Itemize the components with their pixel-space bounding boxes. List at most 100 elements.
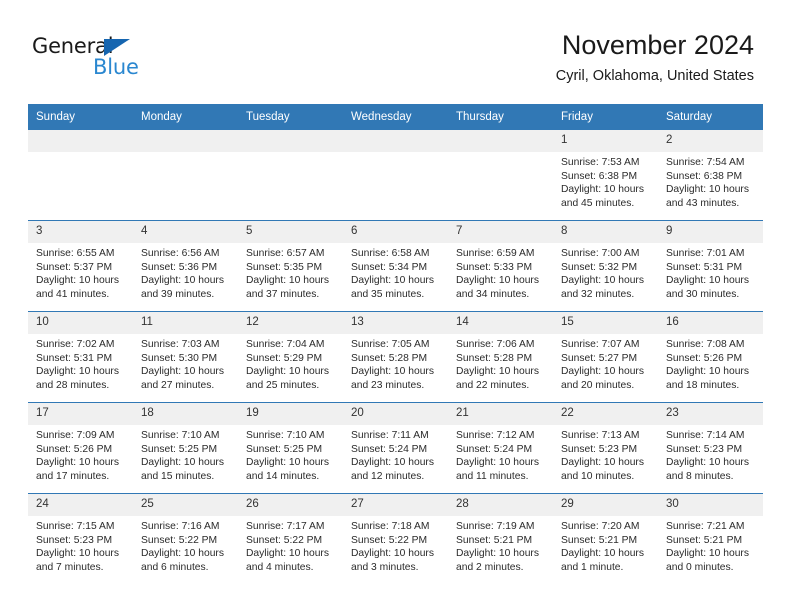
day-cell[interactable]: 29 Sunrise: 7:20 AM Sunset: 5:21 PM Dayl… [553,493,658,584]
sunset-text: Sunset: 5:31 PM [666,261,743,273]
calendar-container: Sunday Monday Tuesday Wednesday Thursday… [28,104,763,584]
day-number [238,130,343,152]
day-cell[interactable]: 15 Sunrise: 7:07 AM Sunset: 5:27 PM Dayl… [553,311,658,403]
sunset-text: Sunset: 5:26 PM [36,443,113,455]
day-details: Sunrise: 6:57 AM Sunset: 5:35 PM Dayligh… [238,243,343,301]
sunrise-text: Sunrise: 7:07 AM [561,339,640,350]
daylight-line1: Daylight: 10 hours [561,548,644,560]
weekday-header-friday: Friday [553,104,658,130]
sunrise-text: Sunrise: 7:16 AM [141,521,220,532]
daylight-line2: and 45 minutes. [561,197,635,209]
day-details: Sunrise: 7:03 AM Sunset: 5:30 PM Dayligh… [133,334,238,392]
day-cell[interactable]: 5 Sunrise: 6:57 AM Sunset: 5:35 PM Dayli… [238,220,343,312]
sunset-text: Sunset: 5:21 PM [666,534,743,546]
daylight-line2: and 18 minutes. [666,379,740,391]
day-cell[interactable]: 23 Sunrise: 7:14 AM Sunset: 5:23 PM Dayl… [658,402,763,494]
day-cell[interactable]: 25 Sunrise: 7:16 AM Sunset: 5:22 PM Dayl… [133,493,238,584]
sunset-text: Sunset: 5:24 PM [456,443,533,455]
day-number [343,130,448,152]
title-block: November 2024 Cyril, Oklahoma, United St… [556,30,754,85]
daylight-line1: Daylight: 10 hours [666,366,749,378]
day-details: Sunrise: 7:09 AM Sunset: 5:26 PM Dayligh… [28,425,133,483]
day-cell[interactable]: 20 Sunrise: 7:11 AM Sunset: 5:24 PM Dayl… [343,402,448,494]
sunset-text: Sunset: 5:23 PM [36,534,113,546]
calendar-week-row: 3 Sunrise: 6:55 AM Sunset: 5:37 PM Dayli… [28,220,763,312]
daylight-line2: and 30 minutes. [666,288,740,300]
daylight-line2: and 15 minutes. [141,470,215,482]
day-details: Sunrise: 7:20 AM Sunset: 5:21 PM Dayligh… [553,516,658,574]
day-cell[interactable]: 27 Sunrise: 7:18 AM Sunset: 5:22 PM Dayl… [343,493,448,584]
day-details: Sunrise: 7:53 AM Sunset: 6:38 PM Dayligh… [553,152,658,210]
day-details: Sunrise: 7:18 AM Sunset: 5:22 PM Dayligh… [343,516,448,574]
day-cell[interactable]: 14 Sunrise: 7:06 AM Sunset: 5:28 PM Dayl… [448,311,553,403]
day-cell[interactable]: 2 Sunrise: 7:54 AM Sunset: 6:38 PM Dayli… [658,130,763,221]
day-cell[interactable]: 26 Sunrise: 7:17 AM Sunset: 5:22 PM Dayl… [238,493,343,584]
day-cell-empty [448,130,553,221]
sunset-text: Sunset: 5:25 PM [246,443,323,455]
sunrise-text: Sunrise: 7:00 AM [561,248,640,259]
day-cell-empty [238,130,343,221]
day-number: 1 [553,130,658,152]
general-blue-logo[interactable]: General Blue [32,36,212,84]
day-cell[interactable]: 7 Sunrise: 6:59 AM Sunset: 5:33 PM Dayli… [448,220,553,312]
day-details: Sunrise: 7:17 AM Sunset: 5:22 PM Dayligh… [238,516,343,574]
day-cell[interactable]: 1 Sunrise: 7:53 AM Sunset: 6:38 PM Dayli… [553,130,658,221]
daylight-line2: and 1 minute. [561,561,624,573]
daylight-line2: and 27 minutes. [141,379,215,391]
sunset-text: Sunset: 5:22 PM [141,534,218,546]
day-cell[interactable]: 16 Sunrise: 7:08 AM Sunset: 5:26 PM Dayl… [658,311,763,403]
day-cell[interactable]: 10 Sunrise: 7:02 AM Sunset: 5:31 PM Dayl… [28,311,133,403]
day-number: 9 [658,221,763,243]
logo-triangle-icon [104,39,130,56]
day-cell[interactable]: 8 Sunrise: 7:00 AM Sunset: 5:32 PM Dayli… [553,220,658,312]
daylight-line1: Daylight: 10 hours [351,457,434,469]
sunset-text: Sunset: 5:37 PM [36,261,113,273]
daylight-line1: Daylight: 10 hours [36,275,119,287]
daylight-line1: Daylight: 10 hours [246,275,329,287]
day-number: 22 [553,403,658,425]
daylight-line1: Daylight: 10 hours [561,275,644,287]
day-cell[interactable]: 11 Sunrise: 7:03 AM Sunset: 5:30 PM Dayl… [133,311,238,403]
sunset-text: Sunset: 6:38 PM [666,170,743,182]
daylight-line2: and 20 minutes. [561,379,635,391]
day-cell[interactable]: 13 Sunrise: 7:05 AM Sunset: 5:28 PM Dayl… [343,311,448,403]
daylight-line1: Daylight: 10 hours [36,548,119,560]
daylight-line2: and 39 minutes. [141,288,215,300]
day-number: 4 [133,221,238,243]
day-cell[interactable]: 28 Sunrise: 7:19 AM Sunset: 5:21 PM Dayl… [448,493,553,584]
day-number: 11 [133,312,238,334]
day-number: 30 [658,494,763,516]
day-cell[interactable]: 17 Sunrise: 7:09 AM Sunset: 5:26 PM Dayl… [28,402,133,494]
day-cell-empty [343,130,448,221]
day-cell[interactable]: 24 Sunrise: 7:15 AM Sunset: 5:23 PM Dayl… [28,493,133,584]
day-cell[interactable]: 12 Sunrise: 7:04 AM Sunset: 5:29 PM Dayl… [238,311,343,403]
daylight-line2: and 41 minutes. [36,288,110,300]
day-number: 23 [658,403,763,425]
sunrise-text: Sunrise: 7:04 AM [246,339,325,350]
day-number: 8 [553,221,658,243]
day-cell[interactable]: 6 Sunrise: 6:58 AM Sunset: 5:34 PM Dayli… [343,220,448,312]
day-cell[interactable]: 4 Sunrise: 6:56 AM Sunset: 5:36 PM Dayli… [133,220,238,312]
day-number: 13 [343,312,448,334]
day-cell[interactable]: 18 Sunrise: 7:10 AM Sunset: 5:25 PM Dayl… [133,402,238,494]
daylight-line1: Daylight: 10 hours [666,275,749,287]
day-number: 20 [343,403,448,425]
daylight-line2: and 37 minutes. [246,288,320,300]
day-cell[interactable]: 19 Sunrise: 7:10 AM Sunset: 5:25 PM Dayl… [238,402,343,494]
day-cell[interactable]: 22 Sunrise: 7:13 AM Sunset: 5:23 PM Dayl… [553,402,658,494]
sunrise-text: Sunrise: 7:15 AM [36,521,115,532]
day-cell[interactable]: 9 Sunrise: 7:01 AM Sunset: 5:31 PM Dayli… [658,220,763,312]
sunset-text: Sunset: 5:34 PM [351,261,428,273]
daylight-line1: Daylight: 10 hours [456,548,539,560]
day-cell[interactable]: 3 Sunrise: 6:55 AM Sunset: 5:37 PM Dayli… [28,220,133,312]
day-cell[interactable]: 30 Sunrise: 7:21 AM Sunset: 5:21 PM Dayl… [658,493,763,584]
calendar-week-row: 24 Sunrise: 7:15 AM Sunset: 5:23 PM Dayl… [28,493,763,584]
day-details: Sunrise: 7:07 AM Sunset: 5:27 PM Dayligh… [553,334,658,392]
sunrise-text: Sunrise: 7:01 AM [666,248,745,259]
weekday-header-sunday: Sunday [28,104,133,130]
daylight-line1: Daylight: 10 hours [141,548,224,560]
page-header: General Blue November 2024 Cyril, Oklaho… [0,0,792,84]
day-number: 12 [238,312,343,334]
day-cell[interactable]: 21 Sunrise: 7:12 AM Sunset: 5:24 PM Dayl… [448,402,553,494]
sunrise-text: Sunrise: 6:55 AM [36,248,115,259]
